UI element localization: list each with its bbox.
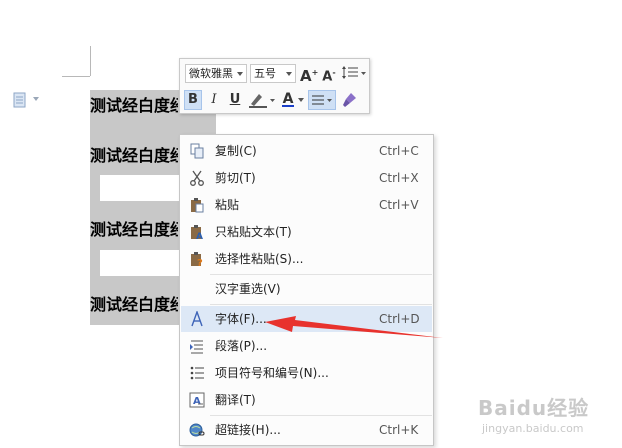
chevron-down-icon (237, 72, 243, 76)
italic-button[interactable]: I (206, 90, 222, 110)
font-size-select[interactable]: 五号 (250, 64, 296, 83)
document-line: 测试经白度经 (90, 295, 178, 314)
mini-format-toolbar: 微软雅黑 五号 A+ A- B I U A (179, 58, 370, 114)
paragraph-icon (190, 340, 203, 354)
document-line: 测试经白度经 (90, 96, 178, 115)
menu-item-label: 只粘贴文本(T) (215, 225, 292, 239)
underline-button[interactable]: U (227, 90, 243, 110)
chevron-down-icon[interactable] (33, 97, 39, 101)
shrink-font-button[interactable]: A- (321, 63, 337, 85)
document-line: 测试经白度经 (90, 146, 178, 165)
align-icon (312, 95, 332, 105)
margin-corner-vertical (90, 46, 91, 76)
menu-separator (210, 415, 432, 416)
menu-separator (210, 274, 432, 275)
menu-item-shortcut: Ctrl+C (379, 144, 419, 158)
font-color-bar (282, 105, 294, 107)
grow-font-button[interactable]: A+ (300, 63, 318, 85)
menu-item-shortcut: Ctrl+V (379, 198, 419, 212)
menu-item-paste[interactable]: 粘贴 Ctrl+V (181, 192, 432, 218)
font-color-button[interactable]: A (280, 89, 296, 109)
paste-text-icon: A (191, 225, 203, 240)
font-icon (191, 311, 203, 327)
line-spacing-icon[interactable] (341, 66, 367, 80)
menu-item-label: 汉字重选(V) (215, 282, 281, 296)
font-name-value: 微软雅黑 (189, 67, 233, 80)
blank-line (100, 175, 180, 201)
document-icon[interactable] (12, 92, 30, 108)
menu-item-paste-special[interactable]: ? 选择性粘贴(S)... (181, 246, 432, 272)
menu-item-reselect-hanzi[interactable]: 汉字重选(V) (181, 276, 432, 302)
menu-item-label: 剪切(T) (215, 171, 256, 185)
menu-item-label: 项目符号和编号(N)... (215, 366, 329, 380)
format-painter-icon[interactable] (341, 91, 359, 109)
svg-text:A: A (193, 396, 201, 407)
copy-icon (190, 143, 204, 159)
baidu-watermark: Baidu经验 jingyan.baidu.com (478, 392, 618, 442)
font-size-value: 五号 (254, 67, 276, 80)
menu-item-cut[interactable]: 剪切(T) Ctrl+X (181, 165, 432, 191)
menu-item-hyperlink[interactable]: 超链接(H)... Ctrl+K (181, 417, 432, 443)
hyperlink-icon (189, 423, 205, 437)
menu-item-translate[interactable]: A 翻译(T) (181, 387, 432, 413)
menu-item-shortcut: Ctrl+K (379, 423, 419, 437)
document-line: 测试经白度经 (90, 220, 178, 239)
watermark-main: Baidu经验 (478, 396, 590, 420)
menu-item-label: 粘贴 (215, 198, 240, 212)
bold-button[interactable]: B (184, 90, 202, 110)
menu-item-label: 复制(C) (215, 144, 257, 158)
chevron-down-icon (286, 72, 292, 76)
annotation-arrow (265, 316, 443, 338)
highlight-icon[interactable] (248, 91, 276, 109)
chevron-down-icon[interactable] (297, 97, 305, 103)
menu-item-paste-text[interactable]: A 只粘贴文本(T) (181, 219, 432, 245)
menu-item-label: 超链接(H)... (215, 423, 281, 437)
paste-icon (191, 198, 204, 213)
menu-item-bullets[interactable]: 项目符号和编号(N)... (181, 360, 432, 386)
cut-icon (190, 170, 204, 186)
menu-item-label: 翻译(T) (215, 393, 256, 407)
menu-item-label: 选择性粘贴(S)... (215, 252, 304, 266)
align-button[interactable] (308, 90, 336, 110)
context-menu: 复制(C) Ctrl+C 剪切(T) Ctrl+X 粘贴 Ctrl+V A 只粘… (179, 134, 434, 446)
font-name-select[interactable]: 微软雅黑 (185, 64, 247, 83)
watermark-sub: jingyan.baidu.com (482, 422, 584, 435)
grow-font-label: A (300, 67, 312, 85)
translate-icon: A (189, 392, 205, 408)
menu-item-shortcut: Ctrl+X (379, 171, 419, 185)
paste-special-icon: ? (191, 252, 203, 267)
menu-item-copy[interactable]: 复制(C) Ctrl+C (181, 138, 432, 164)
bullets-icon (190, 366, 204, 380)
svg-text:?: ? (197, 258, 203, 267)
svg-text:A: A (196, 232, 203, 240)
shrink-font-label: A (322, 69, 333, 85)
blank-line (100, 250, 180, 276)
margin-corner-horizontal (62, 76, 90, 77)
